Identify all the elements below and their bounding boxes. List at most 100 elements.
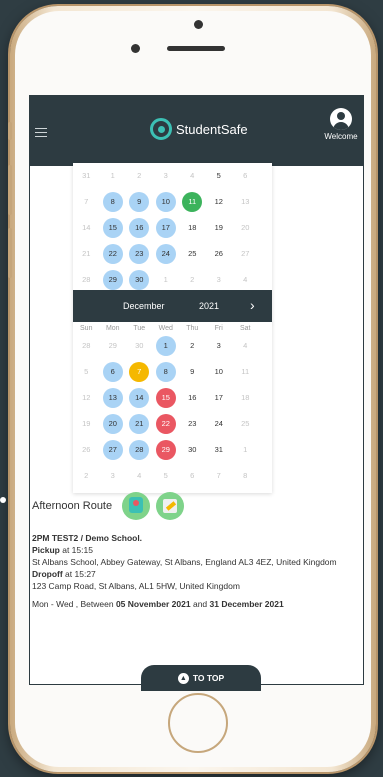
calendar-day[interactable]: 20: [232, 218, 259, 238]
calendar-day[interactable]: 7: [126, 362, 153, 382]
calendar-day[interactable]: 3: [100, 466, 127, 486]
calendar-day[interactable]: 5: [153, 466, 180, 486]
calendar-day[interactable]: 24: [153, 244, 180, 264]
calendar-week-row: 26 27 28 29 30 31 1: [73, 437, 272, 463]
calendar-day[interactable]: 28: [73, 336, 100, 356]
calendar-day[interactable]: 30: [126, 270, 153, 290]
calendar-day[interactable]: 23: [126, 244, 153, 264]
calendar-day[interactable]: 31: [73, 166, 100, 186]
calendar-day[interactable]: 7: [206, 466, 233, 486]
calendar-day[interactable]: 6: [179, 466, 206, 486]
calendar-day[interactable]: 11: [179, 192, 206, 212]
user-menu[interactable]: Welcome: [319, 108, 363, 141]
calendar-day[interactable]: 1: [100, 166, 127, 186]
calendar-day[interactable]: 28: [126, 440, 153, 460]
calendar-day-number: 22: [155, 414, 176, 434]
calendar-day[interactable]: 6: [232, 166, 259, 186]
calendar-day[interactable]: 10: [206, 362, 233, 382]
calendar-day[interactable]: 6: [100, 362, 127, 382]
calendar-day[interactable]: 9: [126, 192, 153, 212]
calendar-day[interactable]: 18: [232, 388, 259, 408]
calendar-day[interactable]: 16: [126, 218, 153, 238]
calendar-day[interactable]: 22: [100, 244, 127, 264]
calendar-day[interactable]: 21: [73, 244, 100, 264]
calendar-day[interactable]: 22: [153, 414, 180, 434]
calendar-day-number: 9: [190, 367, 195, 376]
calendar-day[interactable]: 8: [232, 466, 259, 486]
calendar-day[interactable]: 19: [73, 414, 100, 434]
calendar-day[interactable]: 26: [206, 244, 233, 264]
route-details: 2PM TEST2 / Demo School. Pickup at 15:15…: [32, 532, 352, 592]
calendar-day[interactable]: 30: [179, 440, 206, 460]
menu-icon[interactable]: [35, 128, 47, 137]
map-location-icon[interactable]: [122, 492, 151, 520]
calendar-day[interactable]: 14: [73, 218, 100, 238]
calendar-day[interactable]: 3: [153, 166, 180, 186]
calendar-day[interactable]: 5: [73, 362, 100, 382]
calendar-day[interactable]: 4: [232, 336, 259, 356]
calendar-day[interactable]: 20: [100, 414, 127, 434]
calendar-day-number: 30: [129, 270, 150, 290]
calendar-day[interactable]: 1: [232, 440, 259, 460]
calendar-day[interactable]: 13: [232, 192, 259, 212]
home-button[interactable]: [168, 693, 228, 753]
user-avatar-icon[interactable]: [330, 108, 352, 130]
calendar-day[interactable]: 15: [153, 388, 180, 408]
calendar-day[interactable]: 23: [179, 414, 206, 434]
calendar-day[interactable]: 27: [100, 440, 127, 460]
calendar-day[interactable]: 29: [100, 336, 127, 356]
calendar-day[interactable]: 4: [179, 166, 206, 186]
next-month-icon[interactable]: ›: [250, 297, 255, 313]
calendar-day[interactable]: 14: [126, 388, 153, 408]
calendar-day[interactable]: 15: [100, 218, 127, 238]
calendar-day[interactable]: 31: [206, 440, 233, 460]
calendar-day[interactable]: 12: [73, 388, 100, 408]
calendar-day[interactable]: 3: [206, 270, 233, 290]
app-logo: StudentSafe: [150, 118, 248, 140]
calendar-day[interactable]: 1: [153, 270, 180, 290]
calendar-day[interactable]: 25: [232, 414, 259, 434]
calendar-day[interactable]: 5: [206, 166, 233, 186]
calendar-day[interactable]: 3: [206, 336, 233, 356]
calendar-day[interactable]: 29: [100, 270, 127, 290]
calendar-day[interactable]: 30: [126, 336, 153, 356]
calendar-day[interactable]: 9: [179, 362, 206, 382]
calendar-day[interactable]: 8: [100, 192, 127, 212]
calendar-day[interactable]: 17: [153, 218, 180, 238]
volume-down-button: [8, 228, 12, 278]
calendar-day-number: 11: [241, 367, 250, 376]
calendar-day[interactable]: 4: [232, 270, 259, 290]
calendar-day[interactable]: 25: [179, 244, 206, 264]
calendar-day[interactable]: 4: [126, 466, 153, 486]
calendar-day[interactable]: 16: [179, 388, 206, 408]
calendar-day[interactable]: 13: [100, 388, 127, 408]
calendar-day[interactable]: 8: [153, 362, 180, 382]
calendar-day[interactable]: 11: [232, 362, 259, 382]
calendar-day[interactable]: 18: [179, 218, 206, 238]
calendar-day[interactable]: 29: [153, 440, 180, 460]
calendar-day[interactable]: 10: [153, 192, 180, 212]
calendar-day[interactable]: 27: [232, 244, 259, 264]
calendar-day-number: 27: [241, 249, 250, 258]
calendar-day[interactable]: 21: [126, 414, 153, 434]
calendar-day-number: 15: [102, 218, 123, 238]
calendar-day[interactable]: 2: [179, 336, 206, 356]
route-date-range: Mon - Wed , Between 05 November 2021 and…: [32, 598, 352, 610]
edit-icon[interactable]: [156, 492, 185, 520]
calendar-year: 2021: [199, 301, 220, 311]
calendar-day[interactable]: 17: [206, 388, 233, 408]
calendar-day[interactable]: 2: [73, 466, 100, 486]
weekday-header: Sun Mon Tue Wed Thu Fri Sat: [73, 322, 272, 333]
calendar-day[interactable]: 24: [206, 414, 233, 434]
calendar-day[interactable]: 26: [73, 440, 100, 460]
calendar-day[interactable]: 28: [73, 270, 100, 290]
calendar-day[interactable]: 7: [73, 192, 100, 212]
calendar-day[interactable]: 2: [126, 166, 153, 186]
calendar-day[interactable]: 2: [179, 270, 206, 290]
calendar-day-number: 7: [129, 362, 150, 382]
calendar-day[interactable]: 19: [206, 218, 233, 238]
calendar-day[interactable]: 12: [206, 192, 233, 212]
to-top-button[interactable]: ▲ TO TOP: [141, 665, 261, 691]
calendar-day-number: 19: [82, 419, 91, 428]
calendar-day[interactable]: 1: [153, 336, 180, 356]
